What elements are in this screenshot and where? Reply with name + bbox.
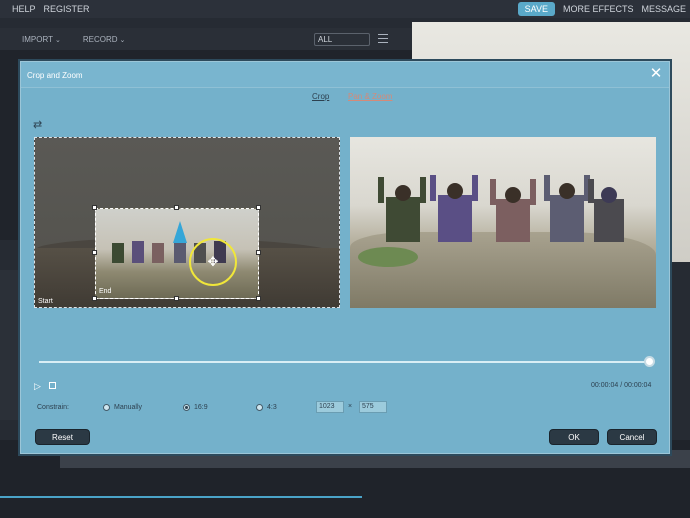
move-icon[interactable]: ✥: [206, 255, 220, 269]
crop-handle-br[interactable]: [256, 296, 261, 301]
radio-manually-dot: [103, 404, 110, 411]
constrain-label: Constrain:: [37, 404, 69, 411]
radio-manually[interactable]: Manually: [103, 404, 142, 411]
crop-handle-mr[interactable]: [256, 250, 261, 255]
radio-16-9-dot: [183, 404, 190, 411]
radio-manually-label: Manually: [114, 404, 143, 411]
width-field[interactable]: 1023: [316, 401, 344, 413]
reset-button[interactable]: Reset: [35, 429, 90, 445]
record-menu[interactable]: RECORD ⌄: [83, 35, 126, 44]
crop-handle-tm[interactable]: [174, 205, 179, 210]
dialog-title-bar: Crop and Zoom ✕: [21, 62, 669, 88]
timeline-progress-bar: [0, 496, 362, 498]
tab-pan-zoom[interactable]: Pan & Zoom: [348, 92, 392, 101]
radio-16-9[interactable]: 16:9: [183, 404, 208, 411]
dimension-separator: ×: [348, 403, 353, 410]
crop-handle-tr[interactable]: [256, 205, 261, 210]
stop-icon[interactable]: [49, 382, 56, 389]
menu-bar: HELP REGISTER SAVE MORE EFFECTS MESSAGE: [0, 0, 690, 18]
radio-16-9-label: 16:9: [194, 404, 208, 411]
start-label: Start: [38, 298, 53, 305]
crop-handle-bl[interactable]: [92, 296, 97, 301]
list-view-icon[interactable]: [378, 34, 388, 43]
radio-4-3-label: 4:3: [267, 404, 277, 411]
media-filter-select[interactable]: ALL: [314, 33, 370, 46]
tab-crop[interactable]: Crop: [312, 92, 329, 101]
import-label: IMPORT: [22, 34, 53, 44]
dialog-title: Crop and Zoom: [27, 71, 83, 80]
left-panel-background: [0, 270, 20, 420]
chevron-down-icon: ⌄: [54, 36, 61, 44]
crop-handle-tl[interactable]: [92, 205, 97, 210]
preview-people: [378, 175, 624, 242]
import-menu[interactable]: IMPORT ⌄: [22, 35, 61, 44]
video-editor-app: HELP REGISTER SAVE MORE EFFECTS MESSAGE …: [0, 0, 690, 518]
more-effects-button[interactable]: MORE EFFECTS: [559, 4, 638, 14]
ok-button[interactable]: OK: [549, 429, 599, 445]
end-label: End: [99, 288, 112, 295]
crop-handle-bm[interactable]: [174, 296, 179, 301]
message-button[interactable]: MESSAGE: [637, 4, 690, 14]
crop-zoom-dialog: Crop and Zoom ✕ Crop Pan & Zoom ⇄ ✥ Star…: [20, 61, 670, 454]
record-label: RECORD: [82, 34, 118, 44]
seek-track[interactable]: [39, 361, 651, 363]
pointer-cursor-icon: [173, 221, 187, 243]
crop-handle-ml[interactable]: [92, 250, 97, 255]
aspect-ratio-icon[interactable]: ⇄: [33, 120, 45, 131]
menu-item-register[interactable]: REGISTER: [40, 4, 94, 14]
play-icon[interactable]: ▷: [34, 381, 41, 392]
radio-4-3[interactable]: 4:3: [256, 404, 277, 411]
radio-4-3-dot: [256, 404, 263, 411]
save-button[interactable]: SAVE: [517, 2, 555, 16]
close-icon[interactable]: ✕: [649, 66, 663, 81]
source-crop-panel[interactable]: ✥ Start End: [34, 137, 340, 308]
menu-item-help[interactable]: HELP: [8, 4, 40, 14]
cancel-button[interactable]: Cancel: [607, 429, 657, 445]
seek-handle[interactable]: [644, 356, 655, 367]
timecode: 00:00:04 / 00:00:04: [591, 382, 652, 389]
chevron-down-icon: ⌄: [119, 36, 126, 44]
height-field[interactable]: 575: [359, 401, 387, 413]
preview-panel: [350, 137, 656, 308]
